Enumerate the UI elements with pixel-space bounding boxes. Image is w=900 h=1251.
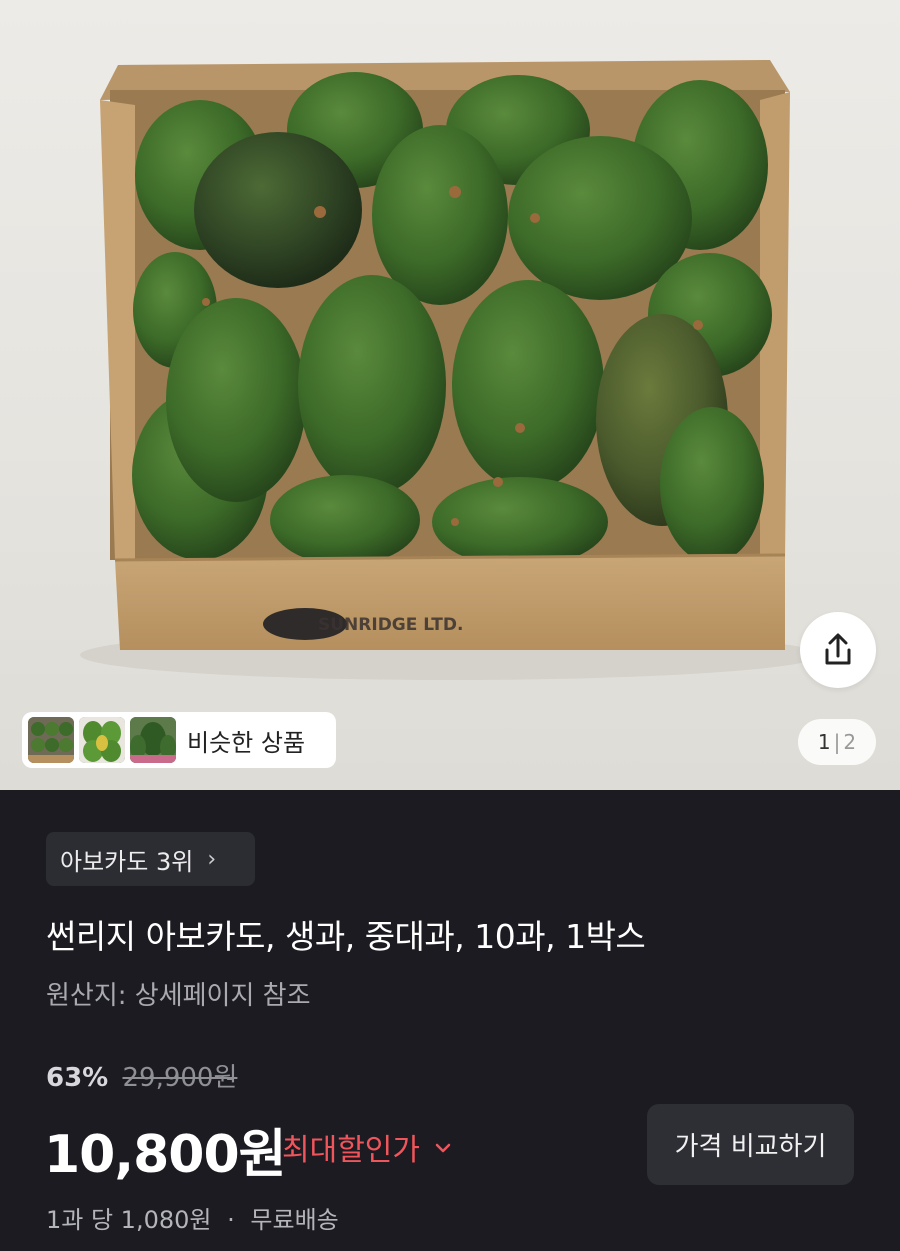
best-price-dropdown[interactable]: 최대할인가 [282,1125,452,1169]
page-separator: | [833,730,841,754]
chevron-down-icon [434,1135,452,1160]
product-title: 썬리지 아보카도, 생과, 중대과, 10과, 1박스 [46,917,646,956]
original-price: 29,900원 [122,1063,238,1093]
similar-thumbnail [79,717,125,763]
page-total: 2 [843,730,857,754]
discount-row: 63% 29,900원 [46,1057,237,1094]
product-photo: SUNRIDGE LTD. [80,60,820,680]
unit-price: 1과 당 1,080원 [46,1206,212,1234]
separator-dot: · [227,1206,235,1234]
product-image-carousel[interactable]: SUNRIDGE LTD. 비슷한 상품 1 | 2 [0,0,900,790]
product-origin: 원산지: 상세페이지 참조 [46,981,311,1011]
unit-price-row: 1과 당 1,080원 · 무료배송 [46,1200,339,1235]
share-icon [825,633,851,665]
shipping-info: 무료배송 [250,1206,339,1234]
similar-thumbnail [130,717,176,763]
category-rank-chip[interactable]: 아보카도 3위 › [46,832,255,886]
similar-thumbnail [28,717,74,763]
share-button[interactable] [800,612,876,688]
image-page-indicator: 1 | 2 [798,719,876,765]
similar-products-button[interactable]: 비슷한 상품 [22,712,336,768]
rank-label: 아보카도 3위 [60,847,194,876]
similar-products-label: 비슷한 상품 [187,728,306,757]
sale-price: 10,800원 [44,1125,287,1185]
discount-percent: 63% [46,1063,109,1093]
chevron-right-icon: › [207,846,217,872]
best-price-label: 최대할인가 [282,1133,420,1168]
page-current: 1 [817,730,831,754]
compare-price-button[interactable]: 가격 비교하기 [647,1104,854,1185]
box-brand-text: SUNRIDGE LTD. [318,615,463,635]
